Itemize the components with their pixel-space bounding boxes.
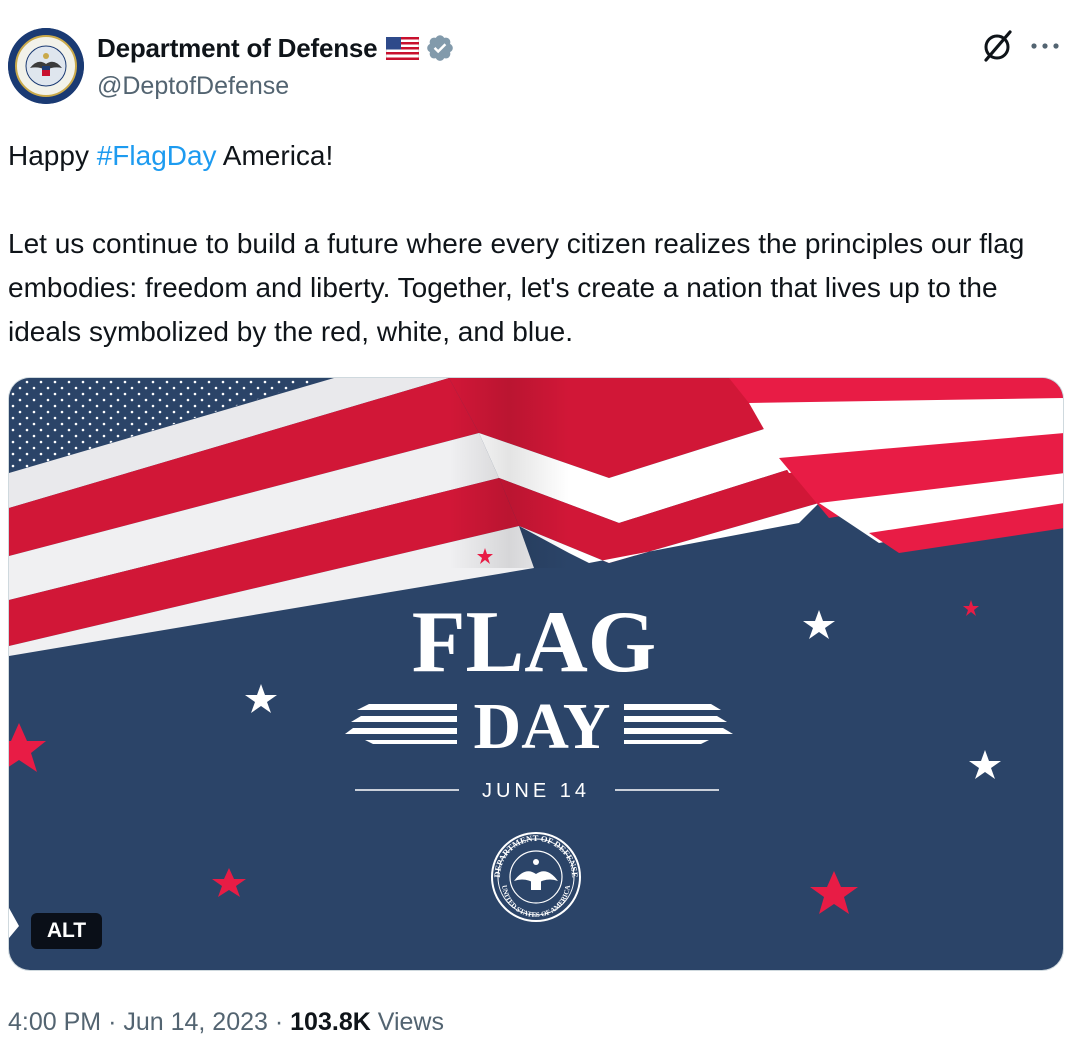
more-options-button[interactable] xyxy=(1028,30,1062,62)
flag-day-graphic: FLAG DAY JUNE 14 DEPARTMENT OF DEFENSE U… xyxy=(9,378,1063,970)
meta-separator: · xyxy=(108,1008,117,1036)
verified-badge-icon[interactable] xyxy=(425,33,455,63)
tweet-text: Happy #FlagDay America! Let us continue … xyxy=(8,134,1068,354)
us-flag-emoji-icon xyxy=(386,36,420,60)
tweet-meta: 4:00 PM · Jun 14, 2023 · 103.8K Views xyxy=(8,1008,444,1037)
dod-seal-avatar-icon xyxy=(8,28,84,104)
tweet-text-prefix: Happy xyxy=(8,140,97,171)
views-label: Views xyxy=(377,1008,444,1036)
hashtag-link[interactable]: #FlagDay xyxy=(97,140,217,171)
more-dots-icon xyxy=(1031,43,1059,49)
day-title: DAY xyxy=(474,690,611,763)
display-name[interactable]: Department of Defense xyxy=(97,33,378,64)
alt-text-button[interactable]: ALT xyxy=(31,913,102,949)
date-label: JUNE 14 xyxy=(482,780,590,802)
flag-title: FLAG xyxy=(412,594,656,691)
meta-separator-2: · xyxy=(274,1008,284,1036)
tweet-media-image[interactable]: FLAG DAY JUNE 14 DEPARTMENT OF DEFENSE U… xyxy=(8,377,1064,971)
tweet-time[interactable]: 4:00 PM xyxy=(8,1008,101,1036)
tweet-paragraph-2: Let us continue to build a future where … xyxy=(8,228,1025,347)
tweet-line-1: Happy #FlagDay America! xyxy=(8,134,1068,178)
views-count: 103.8K xyxy=(290,1008,371,1036)
grok-button[interactable] xyxy=(982,28,1014,64)
author-handle[interactable]: @DeptofDefense xyxy=(97,72,289,101)
tweet-text-suffix: America! xyxy=(216,140,334,171)
tweet-date[interactable]: Jun 14, 2023 xyxy=(123,1008,268,1036)
avatar[interactable] xyxy=(8,28,84,104)
grok-icon xyxy=(984,30,1012,62)
author-name-row: Department of Defense xyxy=(97,32,455,64)
